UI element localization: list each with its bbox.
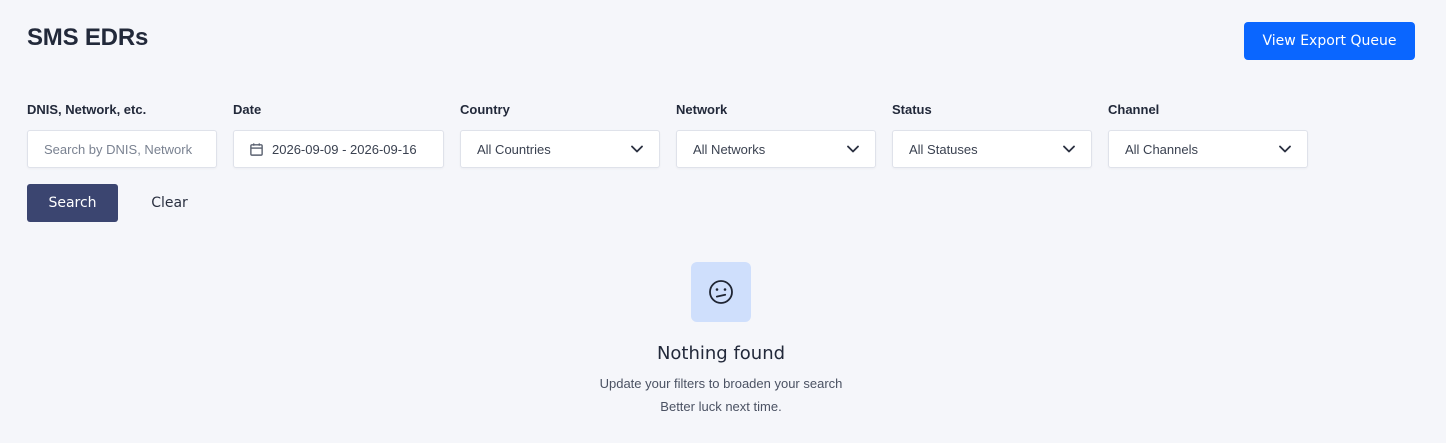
filter-search-label: DNIS, Network, etc.: [27, 102, 147, 117]
empty-state-hint: Better luck next time.: [660, 399, 782, 414]
empty-state-title: Nothing found: [656, 343, 786, 364]
filter-network-label: Network: [676, 102, 728, 117]
calendar-icon: [250, 142, 263, 156]
country-select-value: All Countries: [477, 141, 551, 157]
view-export-queue-button[interactable]: View Export Queue: [1244, 22, 1415, 60]
filter-date: Date 2026-09-09 - 2026-09-16: [233, 102, 444, 168]
network-select[interactable]: All Networks: [676, 130, 876, 168]
sms-edrs-page: SMS EDRs View Export Queue DNIS, Network…: [0, 0, 1446, 443]
chevron-down-icon: [1279, 145, 1291, 153]
filter-country-label: Country: [460, 102, 510, 117]
channel-select[interactable]: All Channels: [1108, 130, 1308, 168]
filter-search: DNIS, Network, etc.: [27, 102, 217, 168]
date-range-picker[interactable]: 2026-09-09 - 2026-09-16: [233, 130, 444, 168]
filter-date-label: Date: [233, 102, 262, 117]
date-range-value: 2026-09-09 - 2026-09-16: [272, 141, 417, 157]
channel-select-value: All Channels: [1125, 141, 1198, 157]
sad-face-icon: [709, 280, 733, 304]
page-title: SMS EDRs: [27, 24, 149, 51]
filter-network: Network All Networks: [676, 102, 876, 168]
filter-status: Status All Statuses: [892, 102, 1092, 168]
chevron-down-icon: [631, 145, 643, 153]
empty-state-message: Update your filters to broaden your sear…: [599, 376, 843, 391]
chevron-down-icon: [847, 145, 859, 153]
network-select-value: All Networks: [693, 141, 766, 157]
chevron-down-icon: [1063, 145, 1075, 153]
search-field-wrapper: [27, 130, 217, 168]
status-select[interactable]: All Statuses: [892, 130, 1092, 168]
country-select[interactable]: All Countries: [460, 130, 660, 168]
status-select-value: All Statuses: [909, 141, 978, 157]
filter-channel: Channel All Channels: [1108, 102, 1308, 168]
filter-status-label: Status: [892, 102, 932, 117]
search-input[interactable]: [28, 131, 216, 167]
search-button[interactable]: Search: [27, 184, 118, 222]
filter-channel-label: Channel: [1108, 102, 1160, 117]
filter-country: Country All Countries: [460, 102, 660, 168]
clear-button[interactable]: Clear: [132, 184, 207, 222]
empty-state-icon-box: [691, 262, 751, 322]
